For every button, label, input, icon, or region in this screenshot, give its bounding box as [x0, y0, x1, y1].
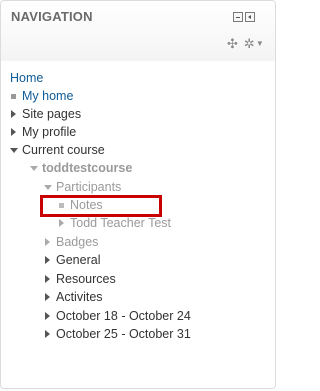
nav-item-label[interactable]: My profile: [22, 123, 76, 141]
nav-item-label[interactable]: Home: [10, 69, 43, 87]
expand-arrow-icon[interactable]: [10, 123, 20, 141]
dock-icon[interactable]: [245, 12, 255, 22]
nav-item-label[interactable]: October 18 - October 24: [56, 307, 191, 325]
nav-item-label[interactable]: Badges: [56, 233, 98, 251]
expand-arrow-icon[interactable]: [44, 233, 54, 251]
block-title: NAVIGATION: [11, 9, 93, 24]
minimize-icon[interactable]: [233, 12, 243, 22]
expand-arrow-icon[interactable]: [10, 105, 20, 123]
chevron-down-icon[interactable]: ▼: [256, 37, 264, 51]
collapse-arrow-icon[interactable]: [30, 159, 40, 177]
navigation-block: NAVIGATION ✣ ✲▼ Home My home Site pages M…: [0, 0, 276, 389]
block-edit-controls: ✣ ✲▼: [227, 37, 264, 51]
nav-item-label[interactable]: October 25 - October 31: [56, 325, 191, 343]
expand-arrow-icon[interactable]: [44, 307, 54, 325]
expand-arrow-icon[interactable]: [44, 251, 54, 269]
expand-arrow-icon[interactable]: [44, 325, 54, 343]
nav-item-label[interactable]: My home: [22, 87, 73, 105]
gear-icon[interactable]: ✲: [244, 37, 255, 51]
participants-highlight-box: [40, 195, 162, 217]
block-header: NAVIGATION ✣ ✲▼: [1, 1, 275, 61]
expand-arrow-icon[interactable]: [44, 270, 54, 288]
nav-item-label[interactable]: toddtestcourse: [42, 159, 132, 177]
nav-item-label[interactable]: Current course: [22, 141, 105, 159]
nav-item-label[interactable]: Participants: [56, 178, 121, 196]
collapse-arrow-icon[interactable]: [44, 178, 54, 196]
nav-item-label[interactable]: Resources: [56, 270, 116, 288]
collapse-arrow-icon[interactable]: [10, 141, 20, 159]
nav-item-label[interactable]: Activites: [56, 288, 103, 306]
nav-item-label[interactable]: Site pages: [22, 105, 81, 123]
expand-arrow-icon[interactable]: [44, 288, 54, 306]
nav-item-label[interactable]: General: [56, 251, 100, 269]
bullet-icon: [10, 87, 20, 105]
move-icon[interactable]: ✣: [227, 37, 238, 51]
